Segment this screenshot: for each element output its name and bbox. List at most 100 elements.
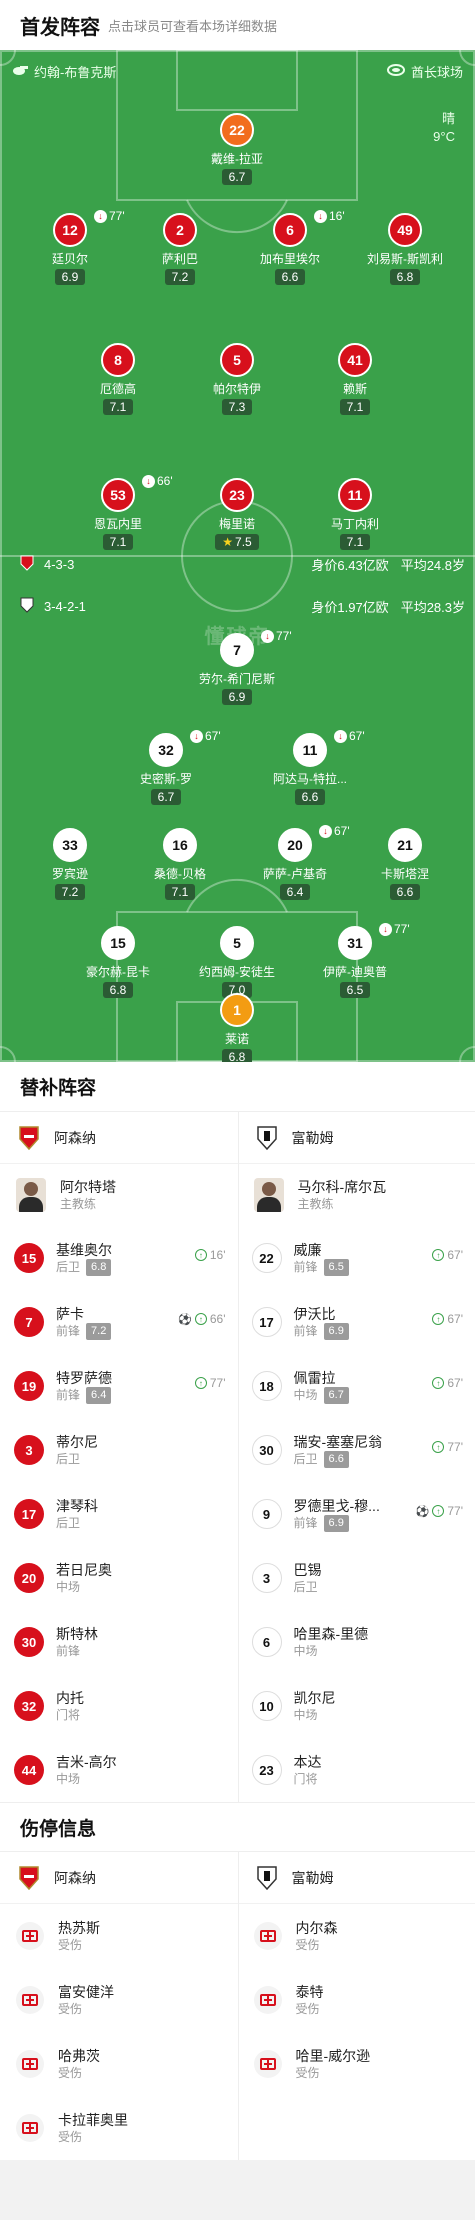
jersey-number: 19 (14, 1371, 44, 1401)
away-team-header[interactable]: 富勒姆 (237, 1852, 475, 1904)
sub-player-row[interactable]: 44 吉米-高尔 中场 (0, 1738, 238, 1802)
fulham-crest-icon (254, 1864, 280, 1892)
jersey-number: 18 (251, 1371, 282, 1401)
player-name: 威廉 (293, 1241, 322, 1258)
medical-kit-icon (253, 1922, 282, 1950)
sub-player-row[interactable]: 19 特罗萨德 前锋 6.4 ↑ 77' (0, 1354, 238, 1418)
away-player[interactable]: 16 桑德-贝格 7.1 (120, 828, 240, 901)
player-position: 中场 (293, 1643, 318, 1658)
sub-out-icon: ↓ (379, 922, 392, 936)
injury-row[interactable]: 哈弗茨 受伤 (0, 2032, 238, 2096)
rating-value: 7.1 (109, 535, 127, 549)
away-player[interactable]: 11 ↓ 67' 阿达马-特拉... 6.6 (250, 729, 370, 806)
away-coach[interactable]: 马尔科-席尔瓦 主教练 (238, 1164, 475, 1226)
player-name: 特罗萨德 (56, 1369, 112, 1386)
player-name: 伊沃比 (293, 1305, 336, 1322)
sub-player-row[interactable]: 30 斯特林 前锋 (0, 1610, 238, 1674)
jersey-number: 7 (14, 1307, 44, 1337)
sub-in-icon: ↑ (194, 1249, 207, 1261)
home-player[interactable]: 8 厄德高 7.1 (58, 343, 178, 416)
player-position: 后卫 (56, 1515, 81, 1530)
home-player[interactable]: 2 萨利巴 7.2 (120, 213, 240, 286)
player-name: 戴维-拉亚 (211, 152, 263, 166)
player-meta: 后卫 (294, 1579, 322, 1596)
player-rating: 7.2 (86, 1322, 112, 1340)
player-name: 帕尔特伊 (212, 382, 261, 396)
jersey-number: 53 (101, 478, 135, 512)
sub-minute: 77' (209, 1376, 226, 1390)
player-name: 卡斯塔涅 (380, 867, 429, 881)
jersey-number: 22 (220, 113, 254, 147)
home-player[interactable]: 23 梅里诺 ★ 7.5 (177, 478, 297, 551)
injury-row[interactable]: 热苏斯 受伤 (0, 1904, 238, 1968)
away-player[interactable]: 20 ↓ 67' 萨萨-卢基奇 6.4 (235, 824, 355, 901)
away-player[interactable]: 32 ↓ 67' 史密斯-罗 6.7 (106, 729, 226, 806)
injury-row[interactable]: 内尔森 受伤 (238, 1904, 475, 1968)
home-player[interactable]: 53 ↓ 66' 恩瓦内里 7.1 (58, 474, 178, 551)
home-player[interactable]: 22 戴维-拉亚 6.7 (177, 113, 297, 186)
sub-player-row[interactable]: 17 伊沃比 前锋 6.9 ↑ 67' (238, 1290, 475, 1354)
player-meta: 后卫 6.8 (56, 1258, 112, 1276)
player-meta: 中场 (294, 1707, 336, 1724)
sub-player-row[interactable]: 23 本达 门将 (238, 1738, 475, 1802)
sub-player-row[interactable]: 17 津琴科 后卫 (0, 1482, 238, 1546)
away-player[interactable]: 33 罗宾逊 7.2 (10, 828, 130, 901)
away-player[interactable]: 31 ↓ 77' 伊萨-迪奥普 6.5 (295, 922, 415, 999)
injury-row[interactable]: 哈里-威尔逊 受伤 (238, 2032, 475, 2096)
rating-value: 7.5 (235, 535, 252, 549)
referee: 约翰-布鲁克斯 (12, 62, 116, 81)
sub-player-row[interactable]: 30 瑞安-塞塞尼翁 后卫 6.6 ↑ 77' (238, 1418, 475, 1482)
home-player[interactable]: 12 ↓ 77' 廷贝尔 6.9 (10, 209, 130, 286)
jersey-number: 15 (101, 926, 135, 960)
home-player[interactable]: 49 刘易斯-斯凯利 6.8 (345, 213, 465, 286)
injury-row[interactable]: 卡拉菲奥里 受伤 (0, 2096, 238, 2160)
player-position: 后卫 (293, 1451, 318, 1466)
whistle-icon (12, 64, 28, 79)
home-coach[interactable]: 阿尔特塔 主教练 (0, 1164, 238, 1226)
away-player[interactable]: 21 卡斯塔涅 6.6 (345, 828, 465, 901)
sub-player-row[interactable]: 18 佩雷拉 中场 6.7 ↑ 67' (238, 1354, 475, 1418)
jersey-number: 3 (251, 1563, 282, 1593)
home-player[interactable]: 41 赖斯 7.1 (295, 343, 415, 416)
sub-player-row[interactable]: 9 罗德里戈-穆... 前锋 6.9 ⚽ ↑ 77' (238, 1482, 475, 1546)
sub-player-row[interactable]: 20 若日尼奥 中场 (0, 1546, 238, 1610)
sub-player-row[interactable]: 22 威廉 前锋 6.5 ↑ 67' (238, 1226, 475, 1290)
player-rating: 6.9 (54, 269, 86, 285)
home-player[interactable]: 5 帕尔特伊 7.3 (177, 343, 297, 416)
sub-player-row[interactable]: 3 蒂尔尼 后卫 (0, 1418, 238, 1482)
player-name: 赖斯 (342, 382, 367, 396)
home-player[interactable]: 6 ↓ 16' 加布里埃尔 6.6 (230, 209, 350, 286)
lineup-header: 首发阵容 点击球员可查看本场详细数据 (0, 0, 475, 50)
sub-in-icon: ↑ (432, 1505, 445, 1517)
rating-value: 6.9 (61, 270, 79, 284)
sub-player-row[interactable]: 6 哈里森-里德 中场 (238, 1610, 475, 1674)
rating-value: 6.8 (396, 270, 414, 284)
player-rating: 7.1 (102, 534, 134, 550)
injury-row[interactable]: 泰特 受伤 (238, 1968, 475, 2032)
away-player[interactable]: 15 豪尔赫-昆卡 6.8 (58, 926, 178, 999)
away-team-header[interactable]: 富勒姆 (237, 1112, 475, 1164)
sub-in-time: ↑ 67' (432, 1376, 463, 1390)
sub-player-row[interactable]: 10 凯尔尼 中场 (238, 1674, 475, 1738)
sub-player-row[interactable]: 3 巴锡 后卫 (238, 1546, 475, 1610)
player-rating: 6.8 (221, 1049, 253, 1062)
injury-row[interactable]: 富安健洋 受伤 (0, 1968, 238, 2032)
player-rating: 6.9 (323, 1514, 349, 1532)
home-subs-column: 阿森纳 阿尔特塔 主教练 15 基维奥尔 后卫 6.8 ↑ 16' 7 萨卡 前锋 7.2 ⚽ ↑ 66'… (0, 1112, 238, 1802)
away-player[interactable]: 7 ↓ 77' 劳尔-希门尼斯 6.9 (177, 629, 297, 706)
player-meta: 门将 (294, 1771, 322, 1788)
sub-player-row[interactable]: 15 基维奥尔 后卫 6.8 ↑ 16' (0, 1226, 238, 1290)
home-team-header[interactable]: 阿森纳 (0, 1852, 238, 1904)
sub-minute: 16' (329, 209, 345, 223)
home-player[interactable]: 11 马丁内利 7.1 (295, 478, 415, 551)
player-name: 佩雷拉 (293, 1369, 336, 1386)
sub-player-row[interactable]: 7 萨卡 前锋 7.2 ⚽ ↑ 66' (0, 1290, 238, 1354)
away-player[interactable]: 5 约西姆-安徒生 7.0 (177, 926, 297, 999)
fulham-crest-icon (254, 1124, 280, 1152)
away-player[interactable]: 1 莱诺 6.8 (177, 993, 297, 1062)
home-team-header[interactable]: 阿森纳 (0, 1112, 238, 1164)
player-rating: ★ 7.5 (215, 534, 259, 550)
sub-player-row[interactable]: 32 内托 门将 (0, 1674, 238, 1738)
player-name: 津琴科 (56, 1497, 98, 1514)
player-meta: 前锋 6.9 (294, 1514, 380, 1532)
